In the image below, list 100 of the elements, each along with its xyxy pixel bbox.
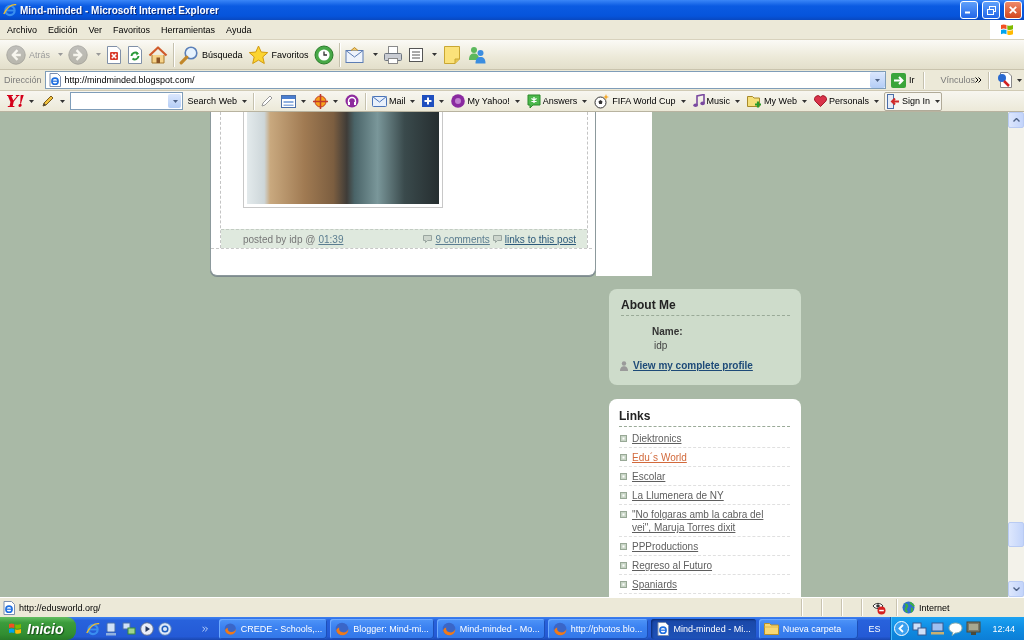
home-page-button[interactable]: My Yahoo! [449,91,522,111]
caret-icon [874,78,880,82]
crosshair-button[interactable] [310,91,340,111]
sidebar-link[interactable]: Spaniards [632,578,678,591]
sidebar-link[interactable]: Diektronics [632,432,682,445]
taskbar-button[interactable]: CREDE - Schools,... [219,618,328,639]
restore-icon [986,5,996,15]
zone-label: Internet [919,602,950,613]
bullet-icon [620,454,627,461]
network-icon[interactable] [912,621,928,636]
bullet-icon [620,511,627,518]
caret-icon [332,99,338,103]
menu-item[interactable]: Herramientas [155,22,221,37]
music-button[interactable]: Music [690,91,743,111]
caret-icon [28,99,34,103]
window-icon [280,94,296,108]
caret-icon [1017,78,1022,82]
pdf-button[interactable] [995,70,1024,90]
scroll-down-button[interactable] [1008,581,1024,597]
name-label: Name: [652,325,684,338]
menu-item[interactable]: Ver [82,22,108,37]
bullet-icon [620,562,627,569]
search-button[interactable]: Search Web [185,91,249,111]
dropdown-button[interactable] [869,72,885,88]
computer-icon[interactable] [103,621,118,636]
caret-icon [300,99,306,103]
caret-icon [680,99,686,103]
taskbar-button[interactable]: http://photos.blo... [547,618,648,639]
star-icon [247,44,269,65]
flag-icon [8,622,22,635]
comments-link[interactable]: 9 comments [435,233,490,245]
taskbar-button[interactable]: Nueva carpeta [758,618,859,639]
restore-button[interactable] [982,1,1000,19]
taskbar-button[interactable]: Mind-minded - Mo... [436,618,545,639]
sidebar-link[interactable]: La Llumenera de NY [632,489,724,502]
comment-icon [423,235,433,243]
search-icon [179,44,199,65]
menu-item[interactable]: Ayuda [220,22,257,37]
caret-icon [173,99,179,103]
close-button[interactable] [1004,1,1022,19]
menu-item[interactable]: Favoritos [107,22,156,37]
bullet-icon [620,492,627,499]
answers-button[interactable]: Answers [524,91,590,111]
start-button[interactable]: Inicio [0,617,76,640]
links-label: Vínculos [940,75,975,85]
address-field[interactable]: http://mindminded.blogspot.com/ [44,71,886,89]
computer-icon[interactable] [930,621,946,636]
backlinks-link[interactable]: links to this post [504,233,576,245]
bullet-icon [620,581,627,588]
comment-icon [492,235,502,243]
caret-icon [96,53,101,56]
minimize-button[interactable] [960,1,978,19]
status-text: http://edusworld.org/ [19,602,101,613]
scroll-up-button[interactable] [1008,112,1024,128]
window-title: Mind-minded - Microsoft Internet Explorer [20,4,219,16]
menu-item[interactable]: Archivo [1,22,42,37]
sidebar-link[interactable]: Edu´s World [632,451,687,464]
speech-bubble-icon[interactable] [948,621,964,636]
people-icon [466,44,487,65]
bullet-icon [620,473,627,480]
address-label: Dirección [4,75,42,85]
world-cup-button[interactable]: FIFA World Cup [592,91,688,111]
caret-icon [59,99,65,103]
bullet-icon [620,435,627,442]
browser-icon[interactable] [85,621,100,636]
personals-button[interactable]: Personals [811,91,881,111]
browser-icon [224,621,237,636]
refresh-icon [127,45,143,64]
search-button[interactable]: Búsqueda [177,41,245,68]
scrollbar-thumb[interactable] [1008,522,1024,547]
sidebar-link[interactable]: Escolar [632,470,666,483]
pencil-icon [259,94,274,108]
logo-button[interactable]: Y! [4,91,36,111]
timestamp-link[interactable]: 01:39 [318,233,344,245]
sidebar-link[interactable]: "No folgaras amb la cabra del vei", Maruja Torres dixit [632,508,782,534]
taskbar-button[interactable]: Blogger: Mind-mi... [330,618,434,639]
dropdown-button[interactable] [167,94,181,108]
mail-button[interactable]: Mail [369,91,418,111]
mail-icon[interactable] [157,621,172,636]
play-icon[interactable] [139,621,154,636]
scrollbar[interactable] [1008,112,1024,597]
close-icon [1009,6,1017,14]
caret-icon [935,99,940,103]
network-icon[interactable] [121,621,136,636]
clock-icon [313,44,334,65]
taskbar-button[interactable]: Mind-minded - Mi... [650,618,756,639]
monitor-icon[interactable] [966,621,982,636]
search-field[interactable] [69,92,183,110]
favorites-button[interactable]: Favoritos [245,41,311,68]
sidebar-link[interactable]: Regreso al Futuro [632,559,713,572]
caret-icon [514,99,520,103]
menu-item[interactable]: Edición [42,22,83,37]
profile-link[interactable]: View my complete profile [633,360,753,371]
headphones-icon [344,94,359,108]
sidebar-link[interactable]: PPProductions [632,540,699,553]
panel-heading: About Me [621,298,790,316]
sign-in-button[interactable]: Sign In [883,91,942,111]
my-web-button[interactable]: My Web [745,91,809,111]
go-button[interactable]: Ir [887,70,918,90]
chevron-icon[interactable] [975,77,982,83]
